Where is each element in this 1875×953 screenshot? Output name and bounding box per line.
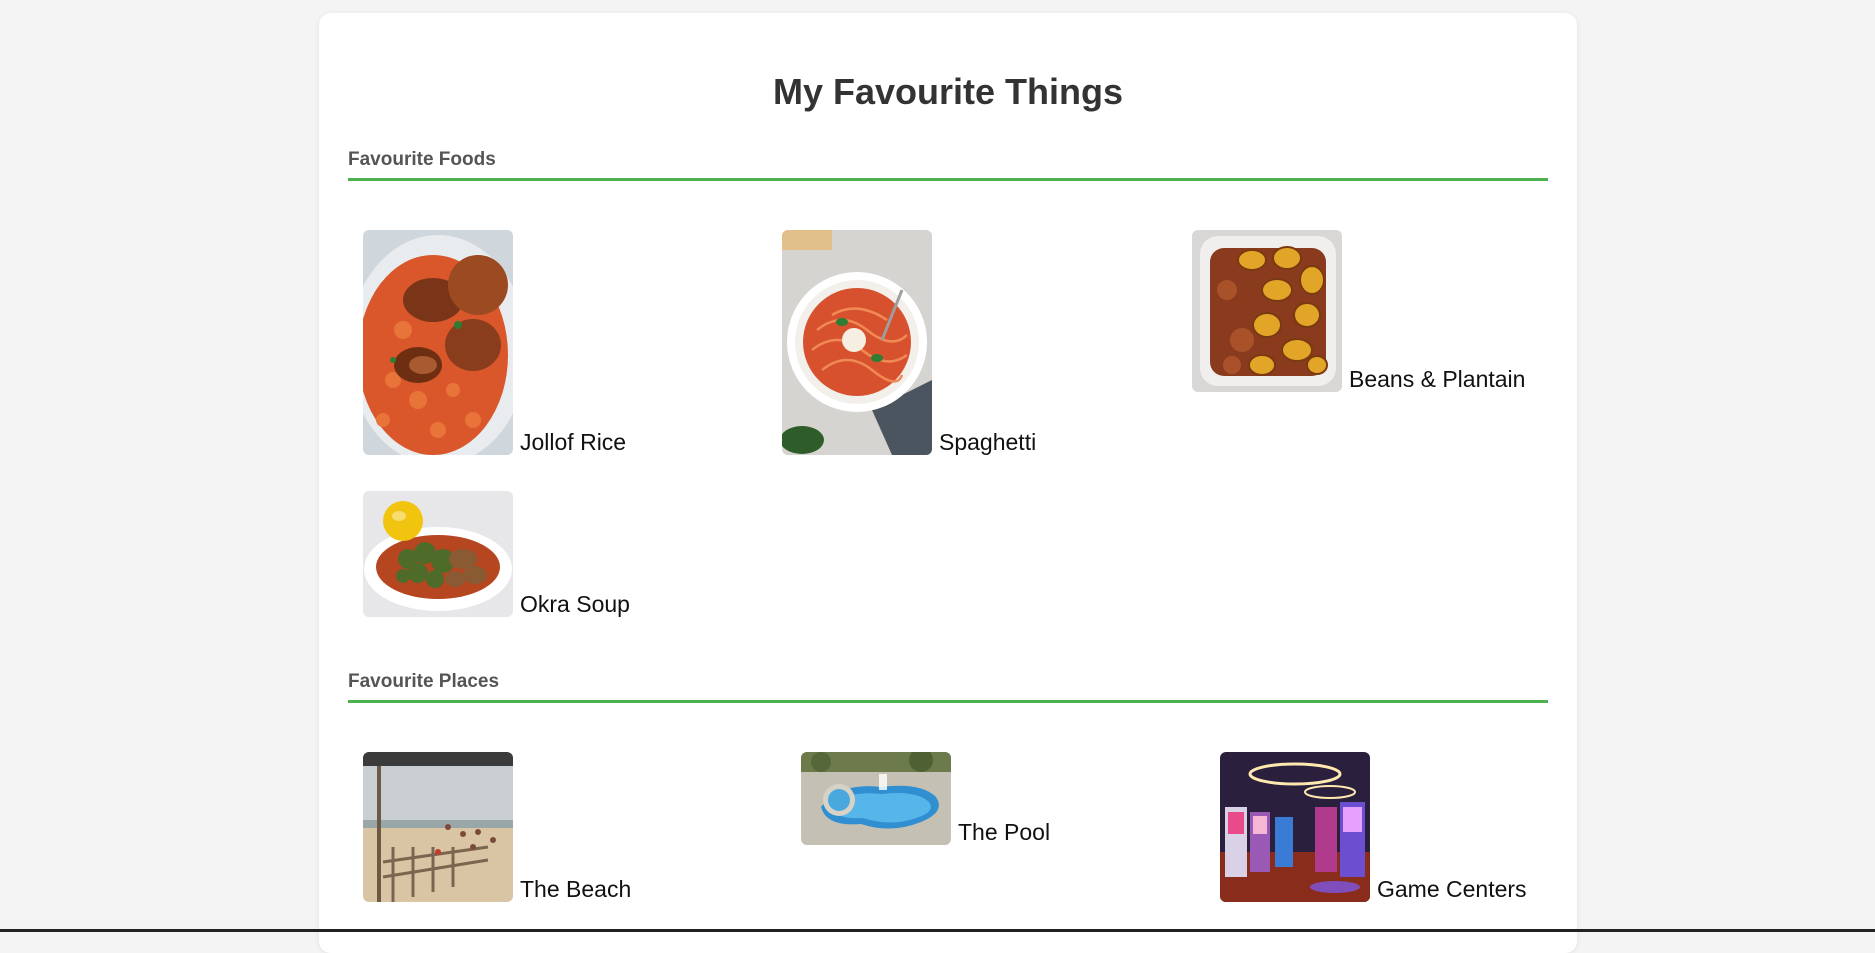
food-item-okra-soup: Okra Soup — [363, 491, 630, 617]
food-label-jollof-rice: Jollof Rice — [520, 429, 627, 455]
jollof-rice-image — [363, 230, 513, 455]
okra-soup-image — [363, 491, 513, 617]
food-label-okra-soup: Okra Soup — [520, 591, 630, 617]
content-card: My Favourite Things Favourite Foods Joll… — [319, 13, 1577, 953]
place-item-beach: The Beach — [363, 752, 631, 902]
food-item-spaghetti: Spaghetti — [782, 230, 1036, 455]
game-center-image — [1220, 752, 1370, 902]
section-heading-places: Favourite Places — [348, 671, 500, 692]
place-item-pool: The Pool — [801, 752, 1050, 845]
page-title: My Favourite Things — [772, 71, 1124, 112]
food-label-beans-plantain: Beans & Plantain — [1349, 366, 1526, 392]
beans-plantain-image — [1192, 230, 1342, 392]
section-heading-foods: Favourite Foods — [348, 149, 496, 170]
place-item-game-centers: Game Centers — [1220, 752, 1527, 902]
section-divider-places — [348, 700, 1548, 703]
spaghetti-image — [782, 230, 932, 455]
place-label-game-centers: Game Centers — [1377, 876, 1527, 902]
beach-image — [363, 752, 513, 902]
section-divider-foods — [348, 178, 1548, 181]
place-label-beach: The Beach — [520, 876, 632, 902]
place-label-pool: The Pool — [958, 819, 1051, 845]
food-item-beans-plantain: Beans & Plantain — [1192, 230, 1525, 392]
pool-image — [801, 752, 951, 845]
food-item-jollof-rice: Jollof Rice — [363, 230, 626, 455]
food-label-spaghetti: Spaghetti — [939, 429, 1037, 455]
